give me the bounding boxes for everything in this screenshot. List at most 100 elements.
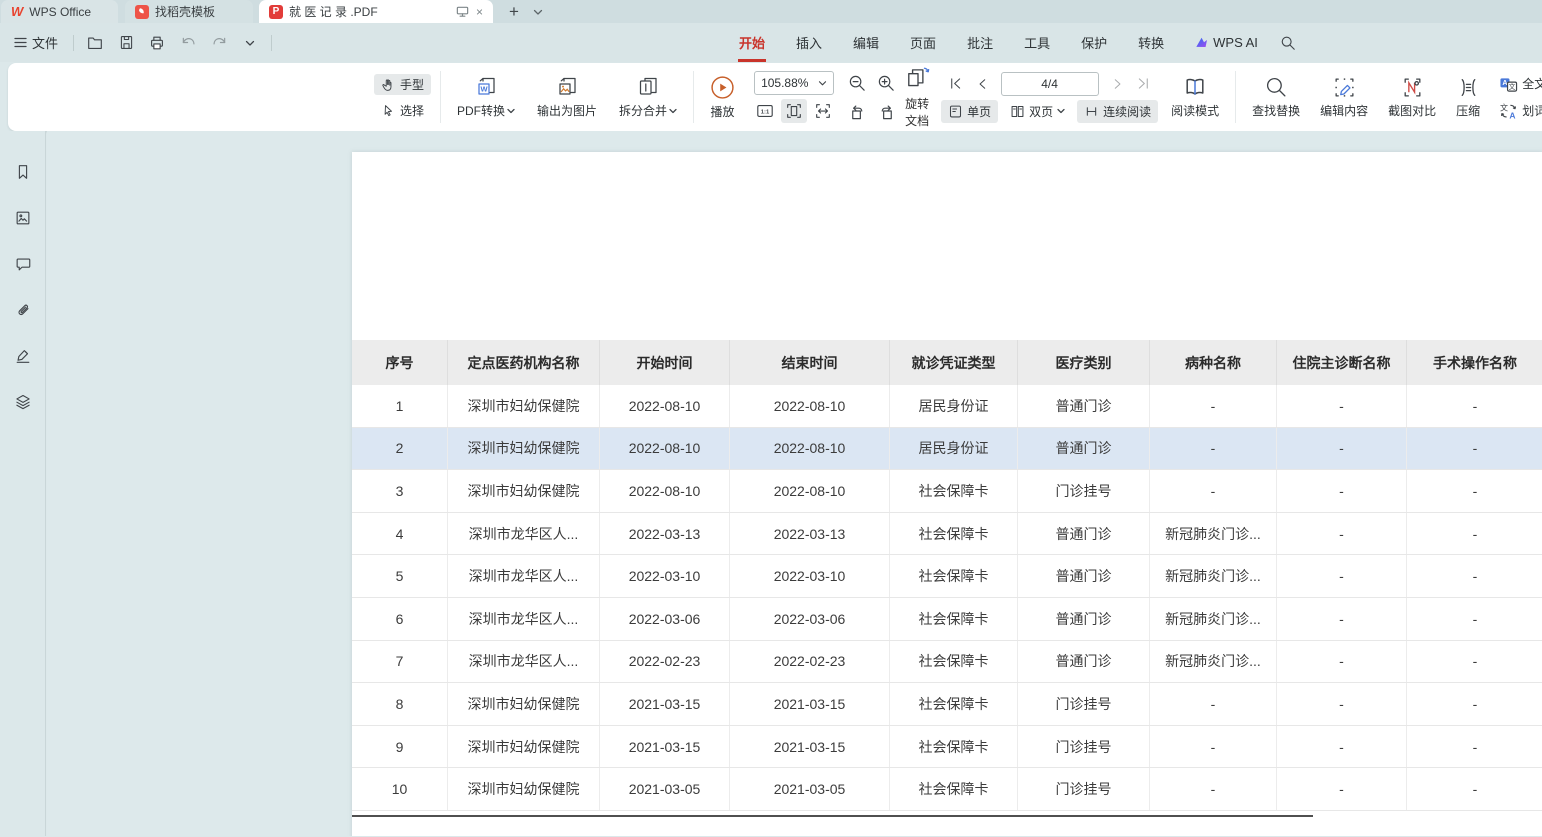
table-cell: - xyxy=(1150,768,1277,810)
table-cell: - xyxy=(1407,683,1542,725)
table-cell: 新冠肺炎门诊... xyxy=(1150,513,1277,555)
table-cell: 新冠肺炎门诊... xyxy=(1150,598,1277,640)
table-cell: - xyxy=(1277,385,1407,427)
undo-icon[interactable] xyxy=(178,33,198,53)
play-icon xyxy=(710,75,735,100)
table-cell: 7 xyxy=(352,641,448,683)
print-icon[interactable] xyxy=(147,33,167,53)
export-image-button[interactable]: 输出为图片 xyxy=(530,72,604,122)
split-merge-button[interactable]: 拆分合并 xyxy=(612,72,684,122)
table-row: 8深圳市妇幼保健院2021-03-152021-03-15社会保障卡门诊挂号--… xyxy=(352,683,1542,726)
hand-tool-button[interactable]: 手型 xyxy=(374,74,431,95)
translate-group: A文 全文翻译 文A 划词翻译 xyxy=(1495,73,1542,122)
new-tab-button[interactable]: + xyxy=(509,3,519,20)
thumbnail-icon[interactable] xyxy=(10,205,36,231)
zoom-out-icon[interactable] xyxy=(844,71,870,95)
export-image-icon xyxy=(555,75,579,99)
rotate-document-label: 旋转文档 xyxy=(905,95,931,129)
find-replace-button[interactable]: 查找替换 xyxy=(1245,73,1307,122)
read-mode-button[interactable]: 阅读模式 xyxy=(1164,72,1226,122)
table-cell: 深圳市妇幼保健院 xyxy=(448,726,600,768)
prev-page-icon[interactable] xyxy=(969,72,995,96)
menu-insert[interactable]: 插入 xyxy=(795,29,823,56)
zoom-in-icon[interactable] xyxy=(873,71,899,95)
table-cell: 新冠肺炎门诊... xyxy=(1150,555,1277,597)
word-translate-button[interactable]: 文A 划词翻译 xyxy=(1495,100,1542,122)
menu-items: 开始 插入 编辑 页面 批注 工具 保护 转换 WPS AI xyxy=(738,23,1296,62)
chevron-down-icon xyxy=(1057,108,1065,114)
rotate-doc-group[interactable]: 旋转文档 xyxy=(905,65,931,129)
full-translate-button[interactable]: A文 全文翻译 xyxy=(1495,73,1542,95)
table-cell: - xyxy=(1407,641,1542,683)
tab-docer-templates[interactable]: 找稻壳模板 xyxy=(125,0,253,23)
comment-icon[interactable] xyxy=(10,251,36,277)
continuous-read-button[interactable]: 连续阅读 xyxy=(1077,100,1158,123)
double-page-button[interactable]: 双页 xyxy=(1003,100,1072,123)
hand-icon xyxy=(381,77,396,92)
monitor-icon[interactable] xyxy=(455,4,470,19)
quickbar-more-chevron-icon[interactable] xyxy=(240,33,260,53)
menu-wps-ai[interactable]: WPS AI xyxy=(1194,31,1259,54)
redo-icon[interactable] xyxy=(209,33,229,53)
zoom-level-select[interactable]: 105.88% xyxy=(754,71,834,95)
table-cell: 2022-08-10 xyxy=(600,385,730,427)
table-cell: - xyxy=(1150,428,1277,470)
file-menu-button[interactable]: 文件 xyxy=(10,30,62,55)
first-page-icon[interactable] xyxy=(943,72,969,96)
column-header: 病种名称 xyxy=(1150,340,1277,385)
edit-content-button[interactable]: 编辑内容 xyxy=(1313,73,1375,122)
table-cell: - xyxy=(1150,726,1277,768)
layers-icon[interactable] xyxy=(10,389,36,415)
compress-button[interactable]: 压缩 xyxy=(1449,73,1487,122)
table-cell: 2021-03-15 xyxy=(600,726,730,768)
open-file-icon[interactable] xyxy=(85,33,105,53)
menu-convert[interactable]: 转换 xyxy=(1137,29,1165,56)
pdf-page[interactable]: 序号 定点医药机构名称 开始时间 结束时间 就诊凭证类型 医疗类别 病种名称 住… xyxy=(352,152,1542,836)
menu-comment[interactable]: 批注 xyxy=(966,29,994,56)
table-cell: 社会保障卡 xyxy=(890,641,1018,683)
screenshot-compare-icon xyxy=(1401,76,1424,99)
table-cell: 深圳市龙华区人... xyxy=(448,641,600,683)
pdf-convert-button[interactable]: W PDF转换 xyxy=(450,72,522,122)
table-cell: 普通门诊 xyxy=(1018,385,1150,427)
table-cell: - xyxy=(1407,428,1542,470)
rotate-right-button[interactable] xyxy=(873,99,899,123)
single-page-button[interactable]: 单页 xyxy=(941,100,998,123)
menu-protect[interactable]: 保护 xyxy=(1080,29,1108,56)
table-cell: - xyxy=(1277,555,1407,597)
attachment-icon[interactable] xyxy=(10,297,36,323)
rotate-left-button[interactable] xyxy=(844,99,870,123)
table-cell: 社会保障卡 xyxy=(890,555,1018,597)
tab-list-chevron-icon[interactable] xyxy=(533,8,543,16)
screenshot-compare-button[interactable]: 截图对比 xyxy=(1381,73,1443,122)
table-header-row: 序号 定点医药机构名称 开始时间 结束时间 就诊凭证类型 医疗类别 病种名称 住… xyxy=(352,340,1542,385)
annotate-pen-icon[interactable] xyxy=(10,343,36,369)
wps-logo-icon: W xyxy=(11,4,23,19)
next-page-icon[interactable] xyxy=(1105,72,1131,96)
bookmark-icon[interactable] xyxy=(10,159,36,185)
save-icon[interactable] xyxy=(116,33,136,53)
document-title: 就 医 记 录 .PDF xyxy=(289,3,449,20)
svg-text:文: 文 xyxy=(1509,82,1516,91)
last-page-icon[interactable] xyxy=(1131,72,1157,96)
menu-tools[interactable]: 工具 xyxy=(1023,29,1051,56)
main-area: 序号 定点医药机构名称 开始时间 结束时间 就诊凭证类型 医疗类别 病种名称 住… xyxy=(0,131,1542,836)
table-cell: 深圳市龙华区人... xyxy=(448,513,600,555)
close-tab-icon[interactable]: × xyxy=(476,5,483,19)
wps-ai-label: WPS AI xyxy=(1213,35,1258,50)
select-tool-button[interactable]: 选择 xyxy=(374,100,431,121)
column-header: 住院主诊断名称 xyxy=(1277,340,1407,385)
document-viewer[interactable]: 序号 定点医药机构名称 开始时间 结束时间 就诊凭证类型 医疗类别 病种名称 住… xyxy=(47,131,1542,836)
one-to-one-button[interactable]: 1:1 xyxy=(752,99,778,123)
page-indicator-input[interactable]: 4/4 xyxy=(1001,72,1099,96)
menu-edit[interactable]: 编辑 xyxy=(852,29,880,56)
fit-page-button[interactable] xyxy=(781,99,807,123)
play-button[interactable]: 播放 xyxy=(703,72,742,123)
tab-wps-office[interactable]: W WPS Office xyxy=(1,0,118,23)
menu-home[interactable]: 开始 xyxy=(738,29,766,56)
tab-document[interactable]: P 就 医 记 录 .PDF × xyxy=(259,0,493,23)
menu-search-icon[interactable] xyxy=(1280,35,1296,51)
fit-width-button[interactable] xyxy=(810,99,836,123)
table-cell: 新冠肺炎门诊... xyxy=(1150,641,1277,683)
menu-page[interactable]: 页面 xyxy=(909,29,937,56)
